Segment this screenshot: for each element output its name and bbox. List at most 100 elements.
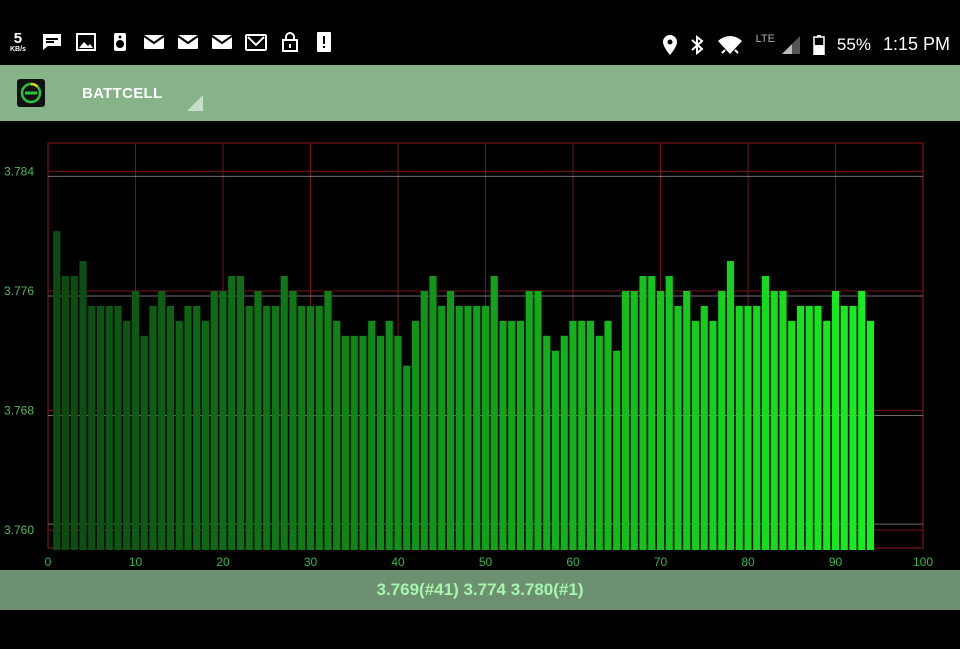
bar-cell-79 [735, 305, 743, 550]
x-axis-ticks: 0 10 20 30 40 50 60 70 80 90 100 [45, 555, 934, 569]
bar-cell-20 [219, 290, 227, 550]
y-tick-label: 3.760 [4, 523, 34, 537]
bar-cell-86 [796, 305, 805, 550]
bar-cell-15 [175, 320, 183, 550]
bar-cell-6 [96, 305, 105, 550]
bar-cell-85 [788, 320, 796, 550]
bar-cell-46 [446, 290, 455, 550]
bar-cell-13 [158, 290, 166, 550]
bar-cell-14 [166, 305, 175, 550]
bar-cell-38 [376, 335, 385, 550]
mail-icon [143, 35, 165, 49]
bar-cell-55 [525, 290, 533, 550]
bar-cell-26 [271, 305, 280, 550]
bar-cell-93 [858, 290, 866, 550]
bar-cell-25 [263, 305, 271, 550]
bar-cell-17 [193, 305, 201, 550]
bar-cell-32 [324, 290, 332, 550]
bar-cell-50 [481, 305, 490, 550]
bar-cell-34 [341, 335, 350, 550]
bar-cell-2 [61, 276, 70, 550]
bar-cell-84 [779, 290, 787, 550]
app-title-spinner[interactable]: BATTCELL [82, 85, 162, 102]
bar-cell-65 [613, 350, 621, 550]
bar-cell-49 [473, 305, 481, 550]
bar-cell-82 [761, 276, 770, 550]
bar-cell-44 [429, 276, 437, 550]
app-logo-icon[interactable] [17, 79, 45, 107]
y-tick-label: 3.784 [4, 164, 34, 178]
x-tick-label: 0 [45, 555, 52, 569]
bar-cell-39 [385, 320, 393, 550]
clock: 1:15 PM [882, 34, 950, 54]
bar-cell-18 [201, 320, 210, 550]
location-icon [662, 34, 677, 55]
x-tick-label: 60 [566, 555, 580, 569]
bar-cell-57 [543, 335, 551, 550]
bar-chart: 3.760 3.768 3.776 3.784 0 10 20 30 40 50 60 70 80 90… [4, 142, 934, 569]
bar-cell-35 [350, 335, 358, 550]
x-tick-label: 70 [654, 555, 668, 569]
bar-cell-54 [516, 320, 525, 550]
bar-cell-7 [105, 305, 113, 550]
network-speed: 5 KB/s [10, 31, 26, 53]
bar-cell-73 [683, 290, 691, 550]
bar-cell-88 [814, 305, 822, 550]
y-axis-ticks: 3.760 3.768 3.776 3.784 [4, 164, 34, 537]
bar-cell-11 [140, 335, 148, 550]
bar-cell-59 [560, 335, 568, 550]
bar-cell-24 [254, 290, 262, 550]
bar-cell-70 [656, 290, 665, 550]
bar-cell-76 [709, 320, 717, 550]
bar-cell-37 [368, 320, 376, 550]
bar-cell-22 [236, 276, 245, 550]
bar-cell-52 [499, 320, 507, 550]
bar-cell-51 [490, 276, 498, 550]
bar-cell-30 [306, 305, 315, 550]
mail-open-icon [244, 34, 267, 51]
bar-cell-94 [866, 320, 875, 550]
speaker-icon [113, 33, 126, 51]
lock-icon [281, 32, 298, 52]
network-speed-unit: KB/s [10, 46, 26, 53]
bar-cell-1 [53, 231, 61, 551]
bar-cell-23 [245, 305, 253, 550]
chat-icon [42, 34, 61, 50]
bar-cell-58 [551, 350, 560, 550]
bar-cell-81 [753, 305, 761, 550]
y-tick-label: 3.776 [4, 284, 34, 298]
bar-cell-89 [823, 320, 831, 550]
x-tick-label: 100 [913, 555, 933, 569]
voltage-summary: 3.769(#41) 3.774 3.780(#1) [376, 580, 584, 599]
bar-cell-78 [726, 261, 735, 550]
bar-cell-3 [70, 276, 78, 550]
x-tick-label: 80 [741, 555, 755, 569]
bar-cell-63 [595, 335, 603, 550]
bar-cell-43 [420, 290, 428, 550]
bar-cell-31 [315, 305, 323, 550]
bar-cell-16 [184, 305, 192, 550]
mail-icon [177, 35, 199, 49]
battery-icon [813, 34, 825, 55]
bar-cell-71 [665, 276, 673, 550]
bar-cell-8 [114, 305, 122, 550]
bar-cell-47 [455, 305, 463, 550]
bar-cell-87 [805, 305, 813, 550]
x-tick-label: 10 [129, 555, 143, 569]
app-toolbar: BATTCELL [0, 65, 960, 121]
x-tick-label: 50 [479, 555, 493, 569]
dropdown-triangle-icon[interactable] [187, 95, 203, 111]
bar-cell-40 [394, 335, 402, 550]
bar-cell-21 [228, 276, 236, 550]
bar-cell-10 [131, 290, 140, 550]
alert-icon [316, 32, 331, 52]
bar-cell-12 [149, 305, 157, 550]
bar-cell-64 [604, 320, 612, 550]
cell-voltage-chart: 3.760 3.768 3.776 3.784 0 10 20 30 40 50 60 70 80 90… [0, 121, 960, 570]
bar-cell-83 [770, 290, 778, 550]
x-tick-label: 20 [216, 555, 230, 569]
bar-cell-72 [674, 305, 682, 550]
x-tick-label: 30 [304, 555, 318, 569]
bar-cell-53 [508, 320, 516, 550]
network-speed-value: 5 [13, 30, 23, 47]
